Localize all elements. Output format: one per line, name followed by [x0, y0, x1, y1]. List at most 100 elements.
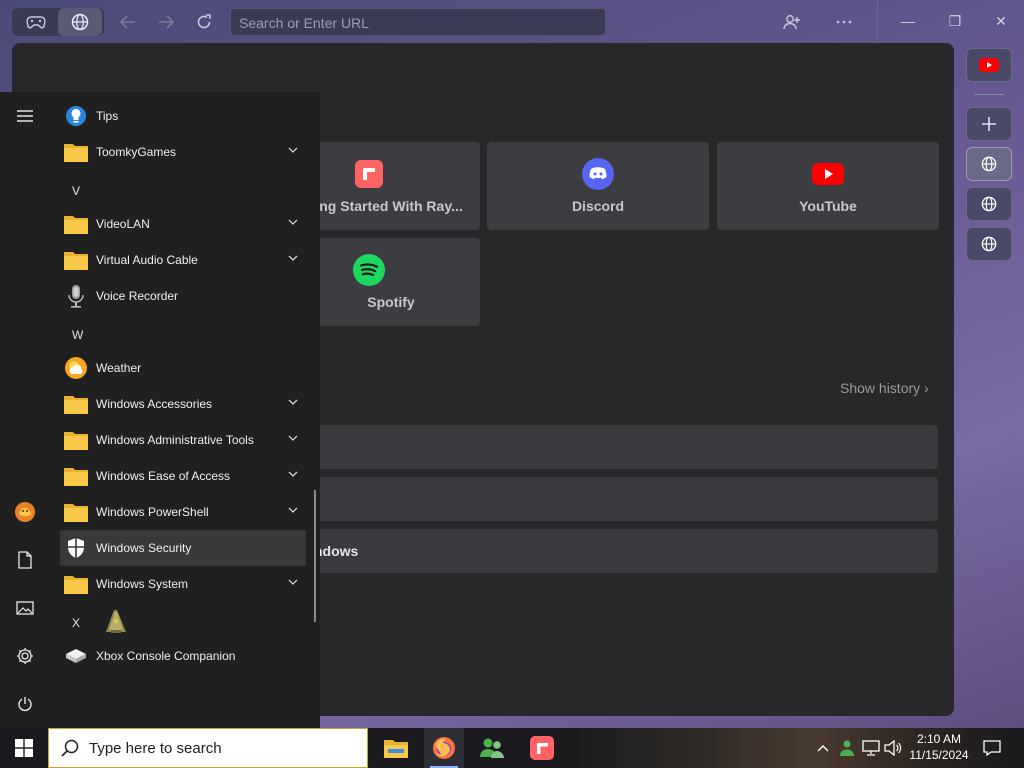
search-icon	[61, 739, 79, 757]
app-item-toomkygames[interactable]: ToomkyGames	[60, 134, 306, 170]
app-item-windows-accessories[interactable]: Windows Accessories	[60, 386, 306, 422]
clock-date: 11/15/2024	[909, 748, 969, 762]
browser-toolbar: Search or Enter URL — ❐ ✕	[0, 0, 1024, 44]
app-label: Windows PowerShell	[96, 505, 209, 519]
app-item-weather[interactable]: Weather	[60, 350, 306, 386]
url-input[interactable]: Search or Enter URL	[230, 8, 606, 36]
tips-icon	[64, 104, 88, 128]
network-button[interactable]	[860, 728, 882, 768]
app-item-windows-administrative-tools[interactable]: Windows Administrative Tools	[60, 422, 306, 458]
raycast-icon	[353, 158, 385, 190]
sidebar-web-panel-1[interactable]	[966, 147, 1012, 181]
plus-icon	[982, 117, 996, 131]
expand-menu-button[interactable]	[9, 100, 41, 132]
app-item-xbox-console-companion[interactable]: Xbox Console Companion	[60, 638, 306, 674]
taskbar-firefox[interactable]	[424, 728, 464, 768]
sidebar-divider	[974, 94, 1004, 95]
settings-button[interactable]	[9, 640, 41, 672]
sidebar-youtube-button[interactable]	[966, 48, 1012, 82]
workspace-switcher	[12, 8, 104, 36]
taskbar-people-app[interactable]	[472, 728, 512, 768]
globe-tab[interactable]	[58, 8, 102, 36]
gamepad-tab[interactable]	[14, 8, 58, 36]
app-item-windows-security[interactable]: Windows Security	[60, 530, 306, 566]
person-add-icon	[783, 15, 800, 30]
taskbar-raycast[interactable]	[522, 728, 562, 768]
back-button[interactable]	[116, 10, 140, 34]
sidebar-add-button[interactable]	[966, 107, 1012, 141]
taskbar-clock[interactable]: 2:10 AM 11/15/2024	[900, 731, 978, 763]
app-label: Windows Accessories	[96, 397, 213, 411]
show-history-link[interactable]: Show history ›	[840, 380, 929, 396]
app-label: Xbox Console Companion	[96, 649, 236, 663]
globe-icon	[981, 236, 997, 252]
group-letter[interactable]: V	[72, 184, 80, 198]
app-item-virtual-audio-cable[interactable]: Virtual Audio Cable	[60, 242, 306, 278]
firefox-icon	[433, 737, 455, 759]
taskbar-file-explorer[interactable]	[376, 728, 416, 768]
speed-dial-tile-discord[interactable]: Discord	[487, 142, 709, 230]
documents-button[interactable]	[9, 544, 41, 576]
app-item-windows-powershell[interactable]: Windows PowerShell	[60, 494, 306, 530]
microphone-icon	[64, 284, 88, 308]
group-letter[interactable]: X	[72, 616, 80, 630]
xbox-console-icon	[64, 644, 88, 668]
document-icon	[18, 551, 32, 569]
hamburger-icon	[17, 110, 33, 122]
tile-label: ng Started With Ray...	[319, 198, 463, 214]
taskbar-search-box[interactable]: Type here to search	[48, 728, 368, 768]
forward-button[interactable]	[154, 10, 178, 34]
app-label: Windows System	[96, 577, 189, 591]
chevron-down-icon	[288, 435, 298, 441]
discord-icon	[582, 158, 614, 190]
history-row[interactable]: ndows	[308, 529, 938, 573]
chevron-up-icon	[817, 745, 829, 752]
speed-dial-tile-youtube[interactable]: YouTube	[717, 142, 939, 230]
app-label: Windows Administrative Tools	[96, 433, 254, 447]
app-label: Windows Ease of Access	[96, 469, 231, 483]
app-item-videolan[interactable]: VideoLAN	[60, 206, 306, 242]
gear-icon	[17, 648, 33, 664]
folder-icon	[64, 212, 88, 236]
group-letter[interactable]: W	[72, 328, 83, 342]
power-button[interactable]	[9, 688, 41, 720]
tile-label: YouTube	[799, 198, 857, 214]
app-item-unnamed[interactable]	[98, 604, 138, 640]
action-center-button[interactable]	[980, 728, 1004, 768]
start-menu-scrollbar[interactable]	[314, 490, 316, 622]
folder-icon	[64, 140, 88, 164]
spotify-icon	[353, 254, 385, 286]
app-item-windows-system[interactable]: Windows System	[60, 566, 306, 602]
more-menu-button[interactable]	[832, 10, 856, 34]
start-button[interactable]	[0, 728, 48, 768]
clock-time: 2:10 AM	[916, 732, 962, 746]
reload-button[interactable]	[192, 10, 216, 34]
globe-icon	[981, 156, 997, 172]
pictures-button[interactable]	[9, 592, 41, 624]
chevron-down-icon	[288, 507, 298, 513]
chevron-down-icon	[288, 255, 298, 261]
youtube-icon	[979, 58, 999, 72]
add-profile-button[interactable]	[780, 10, 804, 34]
show-hidden-icons-button[interactable]	[812, 728, 834, 768]
arrow-right-icon	[159, 15, 174, 29]
history-row[interactable]	[308, 425, 938, 469]
app-item-windows-ease-of-access[interactable]: Windows Ease of Access	[60, 458, 306, 494]
tile-label: Discord	[571, 198, 625, 214]
app-icon	[102, 608, 130, 636]
close-button[interactable]: ✕	[987, 8, 1015, 34]
app-item-tips[interactable]: Tips	[60, 98, 306, 134]
sidebar-web-panel-3[interactable]	[966, 227, 1012, 261]
maximize-button[interactable]: ❐	[941, 8, 969, 34]
minimize-button[interactable]: —	[894, 8, 922, 34]
sidebar-web-panel-2[interactable]	[966, 187, 1012, 221]
tray-people-button[interactable]	[836, 728, 858, 768]
app-label: ToomkyGames	[96, 145, 177, 159]
history-row[interactable]	[308, 477, 938, 521]
user-account-button[interactable]	[9, 496, 41, 528]
ellipsis-icon	[836, 20, 852, 24]
app-label: Weather	[96, 361, 142, 375]
app-item-voice-recorder[interactable]: Voice Recorder	[60, 278, 306, 314]
file-explorer-icon	[384, 740, 408, 758]
folder-icon	[64, 248, 88, 272]
